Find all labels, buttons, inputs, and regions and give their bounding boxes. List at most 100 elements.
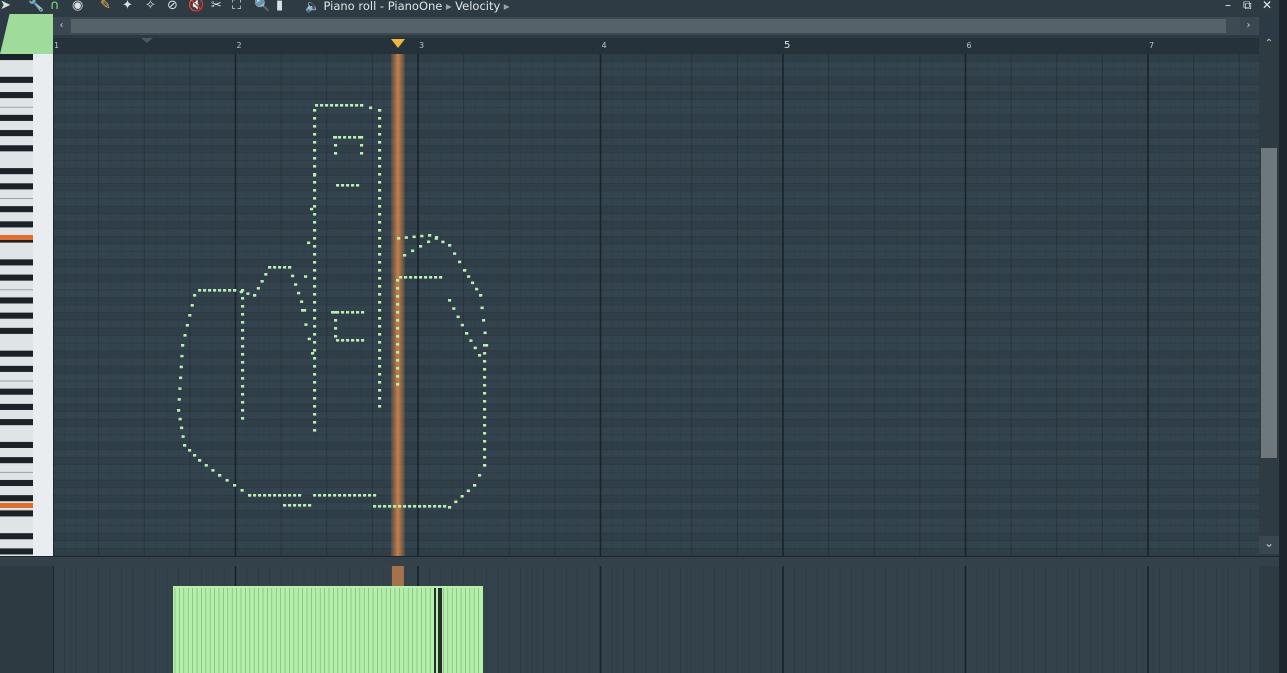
close-button[interactable]: ✕ bbox=[1262, 0, 1272, 12]
restore-button[interactable]: ⧉ bbox=[1243, 0, 1252, 13]
playback-tool-icon[interactable]: ▮ bbox=[276, 0, 283, 14]
wrench-icon[interactable]: 🔧 bbox=[28, 0, 44, 14]
note bbox=[303, 504, 307, 507]
note bbox=[313, 381, 317, 384]
black-key-row bbox=[53, 221, 1259, 229]
note bbox=[313, 341, 317, 344]
note bbox=[396, 319, 400, 322]
event-lane-header bbox=[0, 566, 54, 673]
note bbox=[188, 449, 192, 452]
note bbox=[378, 373, 382, 376]
black-key-row bbox=[53, 388, 1259, 397]
note bbox=[273, 266, 277, 269]
scroll-right-button[interactable]: › bbox=[1240, 17, 1257, 35]
bar-number: 6 bbox=[966, 41, 972, 50]
black-key-row bbox=[53, 327, 1259, 336]
scroll-down-button[interactable]: ⌄ bbox=[1259, 536, 1279, 554]
note bbox=[241, 377, 245, 380]
timeline-ruler[interactable]: 1 2 3 4 5 6 7 bbox=[53, 38, 1259, 54]
note-grid[interactable] bbox=[53, 54, 1259, 556]
note bbox=[378, 381, 382, 384]
note bbox=[428, 505, 432, 508]
note bbox=[452, 307, 456, 310]
delete-icon[interactable]: ⊘ bbox=[167, 0, 178, 14]
note bbox=[338, 136, 342, 139]
loop-marker-icon[interactable] bbox=[141, 38, 153, 43]
playback-icon[interactable]: ◉ bbox=[72, 0, 83, 14]
scroll-left-button[interactable]: ‹ bbox=[53, 17, 70, 35]
piano-keyboard[interactable] bbox=[0, 54, 53, 556]
note bbox=[334, 136, 338, 139]
note bbox=[378, 301, 382, 304]
scrollbar-thumb[interactable] bbox=[71, 19, 1226, 33]
note bbox=[483, 456, 487, 459]
select-icon[interactable]: ⛶ bbox=[232, 0, 241, 14]
note bbox=[297, 291, 301, 295]
note bbox=[241, 337, 245, 340]
vertical-scrollbar[interactable]: ⌃ ⌄ bbox=[1259, 38, 1279, 556]
velocity-lane[interactable] bbox=[53, 566, 1259, 673]
horizontal-scrollbar[interactable] bbox=[53, 17, 1259, 35]
note bbox=[435, 236, 439, 239]
pencil-icon[interactable]: ✎ bbox=[100, 0, 111, 14]
note bbox=[456, 315, 460, 319]
note bbox=[193, 294, 197, 297]
note bbox=[478, 474, 482, 477]
note bbox=[348, 136, 352, 139]
black-key-row bbox=[53, 365, 1259, 374]
brush-icon[interactable]: ✦ bbox=[122, 0, 133, 14]
note bbox=[408, 505, 412, 508]
note bbox=[414, 276, 418, 279]
note bbox=[246, 292, 250, 295]
note bbox=[483, 424, 487, 427]
note bbox=[404, 236, 408, 239]
note bbox=[479, 294, 483, 297]
minimize-button[interactable]: – bbox=[1225, 0, 1231, 12]
note bbox=[368, 494, 372, 497]
note bbox=[313, 141, 317, 144]
scroll-up-button[interactable]: ⌃ bbox=[1259, 38, 1279, 54]
note bbox=[396, 279, 400, 282]
note bbox=[483, 440, 487, 443]
note bbox=[423, 505, 427, 508]
playhead-marker-icon[interactable] bbox=[390, 39, 405, 48]
note bbox=[483, 384, 487, 387]
note bbox=[483, 416, 487, 419]
note bbox=[378, 317, 382, 320]
black-key-row bbox=[53, 54, 1259, 62]
pointer-icon[interactable]: ➤ bbox=[0, 0, 11, 14]
note bbox=[360, 136, 364, 139]
note bbox=[353, 136, 357, 139]
note bbox=[313, 349, 317, 352]
velocity-target[interactable]: Velocity bbox=[455, 0, 500, 13]
note bbox=[369, 106, 373, 110]
note bbox=[428, 234, 432, 237]
note bbox=[304, 323, 308, 326]
note bbox=[228, 289, 232, 292]
magnet-icon[interactable]: ∩ bbox=[50, 0, 60, 14]
black-key-row bbox=[53, 441, 1259, 450]
slice-icon[interactable]: ✂ bbox=[211, 0, 222, 14]
note bbox=[335, 104, 339, 107]
bar-number: 1 bbox=[54, 41, 60, 50]
vertical-scroll-thumb[interactable] bbox=[1261, 148, 1277, 458]
black-key-row bbox=[53, 510, 1259, 518]
speaker-icon[interactable]: 🔈 bbox=[305, 0, 320, 13]
black-key bbox=[0, 327, 33, 334]
mute-icon[interactable]: 🔇 bbox=[188, 0, 204, 14]
note bbox=[248, 494, 252, 497]
note bbox=[397, 237, 401, 240]
zoom-icon[interactable]: 🔍 bbox=[254, 0, 270, 14]
note bbox=[313, 213, 317, 216]
note bbox=[336, 339, 340, 342]
note bbox=[313, 165, 317, 168]
note bbox=[478, 354, 482, 357]
note bbox=[334, 319, 338, 322]
erase-brush-icon[interactable]: ✧ bbox=[145, 0, 156, 14]
note bbox=[253, 294, 257, 297]
note bbox=[348, 494, 352, 497]
ghost-channel-corner[interactable] bbox=[0, 14, 53, 54]
note bbox=[313, 269, 317, 272]
note bbox=[483, 360, 487, 363]
note bbox=[388, 505, 392, 508]
